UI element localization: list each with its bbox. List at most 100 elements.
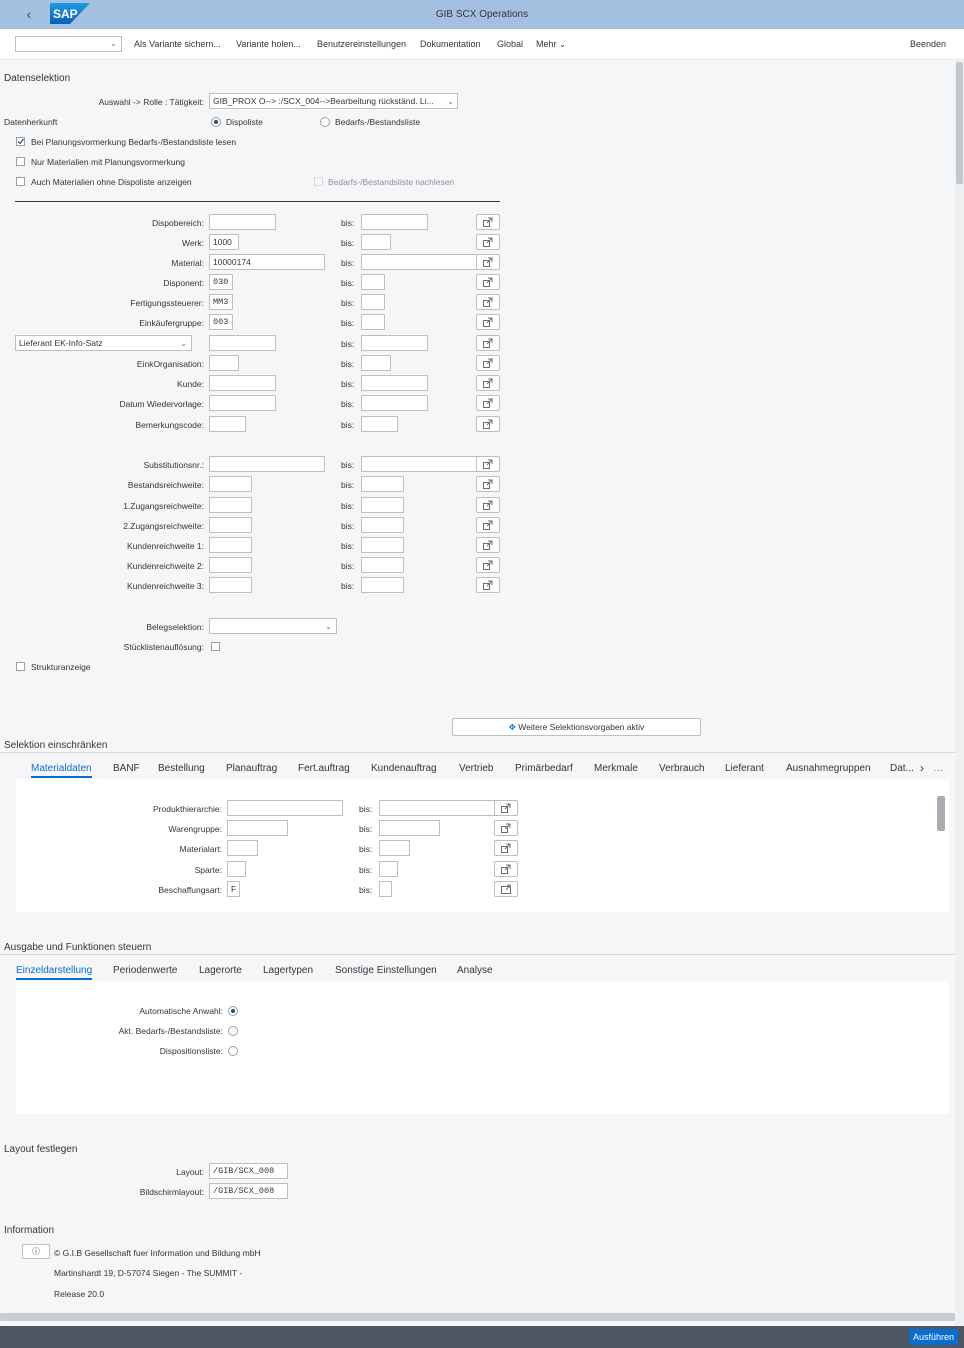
einkaeufergruppe-to[interactable] xyxy=(361,314,385,330)
material-from[interactable]: 10000174 xyxy=(209,254,325,270)
multiple-selection-button[interactable] xyxy=(476,274,500,290)
multiple-selection-button[interactable] xyxy=(476,234,500,250)
back-icon[interactable]: ‹ xyxy=(20,5,38,23)
kundenreichweite3-from[interactable] xyxy=(209,577,252,593)
radio-bedarfsliste[interactable] xyxy=(320,117,330,127)
fertigungssteuerer-to[interactable] xyxy=(361,294,385,310)
tab-sonstige-einstellungen[interactable]: Sonstige Einstellungen xyxy=(335,965,437,976)
multiple-selection-button[interactable] xyxy=(476,395,500,411)
tab-verbrauch[interactable]: Verbrauch xyxy=(659,763,705,774)
kunde-to[interactable] xyxy=(361,375,428,391)
fertigungssteuerer-from[interactable]: MM3 xyxy=(209,294,233,310)
belegselektion-select[interactable]: ⌄ xyxy=(209,618,337,634)
dispobereich-from[interactable] xyxy=(209,214,276,230)
zugangsreichweite2-to[interactable] xyxy=(361,517,404,533)
multiple-selection-button[interactable] xyxy=(476,294,500,310)
radio-dispoliste[interactable] xyxy=(211,117,221,127)
tab-banf[interactable]: BANF xyxy=(113,763,140,774)
tab-periodenwerte[interactable]: Periodenwerte xyxy=(113,965,177,976)
zugangsreichweite2-from[interactable] xyxy=(209,517,252,533)
chevron-right-icon[interactable]: › xyxy=(920,761,924,775)
page-scrollbar-thumb[interactable] xyxy=(956,62,963,184)
horizontal-scrollbar[interactable] xyxy=(0,1313,955,1321)
checkbox-strukturanzeige[interactable] xyxy=(16,662,25,671)
tab-kundenauftrag[interactable]: Kundenauftrag xyxy=(371,763,437,774)
wiedervorlage-from[interactable] xyxy=(209,395,276,411)
get-variant-button[interactable]: Variante holen... xyxy=(236,39,301,49)
more-icon[interactable]: … xyxy=(933,763,943,774)
tab-ausnahmegruppen[interactable]: Ausnahmegruppen xyxy=(786,763,871,774)
multiple-selection-button[interactable] xyxy=(494,820,518,836)
radio-dispositionsliste[interactable] xyxy=(228,1046,238,1056)
substitutionsnr-from[interactable] xyxy=(209,456,325,472)
lieferant-from[interactable] xyxy=(209,335,276,351)
checkbox-ohne-dispoliste[interactable] xyxy=(16,177,25,186)
multiple-selection-button[interactable] xyxy=(476,456,500,472)
multiple-selection-button[interactable] xyxy=(494,800,518,816)
multiple-selection-button[interactable] xyxy=(476,557,500,573)
kundenreichweite3-to[interactable] xyxy=(361,577,404,593)
role-select[interactable]: GIB_PROX O--> :/SCX_004-->Bearbeitung rü… xyxy=(209,93,458,109)
multiple-selection-button[interactable] xyxy=(476,375,500,391)
variant-select[interactable]: ⌄ xyxy=(15,36,122,52)
warengruppe-from[interactable] xyxy=(227,820,288,836)
multiple-selection-button[interactable] xyxy=(476,314,500,330)
lieferant-to[interactable] xyxy=(361,335,428,351)
checkbox-planungsvormerkung[interactable] xyxy=(16,137,25,146)
multiple-selection-button[interactable] xyxy=(494,861,518,877)
user-settings-button[interactable]: Benutzereinstellungen xyxy=(317,39,406,49)
more-button[interactable]: Mehr ⌄ xyxy=(536,39,566,49)
multiple-selection-button[interactable] xyxy=(476,497,500,513)
multiple-selection-button[interactable] xyxy=(476,416,500,432)
einkorg-to[interactable] xyxy=(361,355,391,371)
multiple-selection-button[interactable] xyxy=(476,355,500,371)
beschaffungsart-to[interactable] xyxy=(379,881,392,897)
radio-automatische-anwahl[interactable] xyxy=(228,1006,238,1016)
multiple-selection-button[interactable] xyxy=(494,840,518,856)
panel-scrollbar[interactable] xyxy=(937,796,945,831)
checkbox-nachlesen[interactable] xyxy=(314,177,323,186)
zugangsreichweite1-from[interactable] xyxy=(209,497,252,513)
checkbox-nur-materialien[interactable] xyxy=(16,157,25,166)
tab-planauftrag[interactable]: Planauftrag xyxy=(226,763,277,774)
layout-input[interactable]: /GIB/SCX_008 xyxy=(209,1163,288,1179)
page-scrollbar-track[interactable] xyxy=(955,60,964,1326)
bestandsreichweite-to[interactable] xyxy=(361,476,404,492)
exit-button[interactable]: Beenden xyxy=(910,39,946,49)
global-button[interactable]: Global xyxy=(497,39,523,49)
material-to[interactable] xyxy=(361,254,477,270)
multiple-selection-button[interactable] xyxy=(476,254,500,270)
materialart-to[interactable] xyxy=(379,840,410,856)
tab-dat[interactable]: Dat... xyxy=(890,763,914,774)
substitutionsnr-to[interactable] xyxy=(361,456,477,472)
tab-bestellung[interactable]: Bestellung xyxy=(158,763,205,774)
tab-lagertypen[interactable]: Lagertypen xyxy=(263,965,313,976)
einkaeufergruppe-from[interactable]: 003 xyxy=(209,314,233,330)
multiple-selection-button[interactable] xyxy=(476,476,500,492)
beschaffungsart-from[interactable]: F xyxy=(227,881,240,897)
documentation-button[interactable]: Dokumentation xyxy=(420,39,481,49)
werk-from[interactable]: 1000 xyxy=(209,234,239,250)
sparte-from[interactable] xyxy=(227,861,246,877)
kunde-from[interactable] xyxy=(209,375,276,391)
tab-lieferant[interactable]: Lieferant xyxy=(725,763,764,774)
bemerkungscode-to[interactable] xyxy=(361,416,398,432)
checkbox-stuecklistenaufloesung[interactable] xyxy=(211,642,220,651)
tab-vertrieb[interactable]: Vertrieb xyxy=(459,763,493,774)
bestandsreichweite-from[interactable] xyxy=(209,476,252,492)
einkorg-from[interactable] xyxy=(209,355,239,371)
werk-to[interactable] xyxy=(361,234,391,250)
multiple-selection-button[interactable] xyxy=(476,577,500,593)
produkthierarchie-from[interactable] xyxy=(227,800,343,816)
lieferant-type-select[interactable]: Lieferant EK-Info-Satz ⌄ xyxy=(15,335,192,351)
tab-fertauftrag[interactable]: Fert.auftrag xyxy=(298,763,350,774)
tab-lagerorte[interactable]: Lagerorte xyxy=(199,965,242,976)
tab-primaerbedarf[interactable]: Primärbedarf xyxy=(515,763,573,774)
weitere-selektionsvorgaben-button[interactable]: ✥ Weitere Selektionsvorgaben aktiv xyxy=(452,718,701,736)
multiple-selection-button[interactable] xyxy=(476,335,500,351)
tab-merkmale[interactable]: Merkmale xyxy=(594,763,638,774)
disponent-from[interactable]: 030 xyxy=(209,274,233,290)
materialart-from[interactable] xyxy=(227,840,258,856)
zugangsreichweite1-to[interactable] xyxy=(361,497,404,513)
kundenreichweite2-to[interactable] xyxy=(361,557,404,573)
